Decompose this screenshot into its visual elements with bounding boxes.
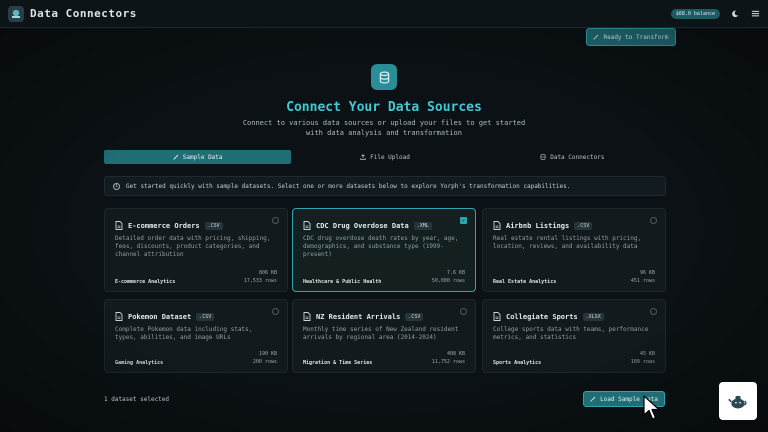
tab-file-upload[interactable]: File Upload bbox=[291, 150, 478, 164]
dataset-title: E-commerce Orders bbox=[128, 221, 200, 230]
dataset-title: Pokemon Dataset bbox=[128, 312, 192, 321]
selected-count: 1 dataset selected bbox=[104, 396, 170, 403]
file-icon bbox=[115, 312, 123, 321]
dataset-description: College sports data with teams, performa… bbox=[493, 326, 649, 341]
dataset-category: Healthcare & Public Health bbox=[303, 279, 382, 285]
dataset-size: 7.6 KB bbox=[446, 270, 465, 276]
file-icon bbox=[303, 312, 311, 321]
dataset-title: Collegiate Sports bbox=[506, 312, 578, 321]
dataset-size: 96 KB bbox=[639, 270, 655, 276]
dataset-size: 45 KB bbox=[639, 351, 655, 357]
dataset-description: Detailed order data with pricing, shippi… bbox=[115, 235, 271, 258]
dataset-title: NZ Resident Arrivals bbox=[316, 312, 401, 321]
file-icon bbox=[493, 312, 501, 321]
dataset-card-nz-resident-arrivals[interactable]: NZ Resident Arrivals .CSV Monthly time s… bbox=[292, 299, 476, 373]
format-badge: .XML bbox=[413, 221, 432, 230]
dataset-size: 806 KB bbox=[258, 270, 277, 276]
info-text: Get started quickly with sample datasets… bbox=[126, 182, 571, 190]
dataset-category: Sports Analytics bbox=[493, 360, 542, 366]
dataset-rows: 17,533 rows bbox=[243, 278, 277, 284]
info-icon: i bbox=[113, 182, 120, 190]
source-tabs: Sample Data File Upload Data Connectors bbox=[104, 150, 666, 164]
dataset-category: Migration & Time Series bbox=[303, 360, 373, 366]
tab-label: File Upload bbox=[370, 153, 410, 161]
dataset-rows: 451 rows bbox=[630, 278, 655, 284]
mouse-cursor-icon bbox=[643, 395, 660, 420]
wand-icon bbox=[173, 154, 179, 160]
ready-to-transform-label: Ready to Transform bbox=[603, 33, 669, 41]
top-bar: Data Connectors $68.0 balance bbox=[0, 0, 768, 28]
tab-sample-data[interactable]: Sample Data bbox=[104, 150, 292, 164]
dataset-size: 408 KB bbox=[446, 351, 465, 357]
dataset-card-collegiate-sports[interactable]: Collegiate Sports .XLSX College sports d… bbox=[482, 299, 666, 373]
hamburger-menu-icon[interactable] bbox=[750, 9, 760, 19]
subtitle-line-1: Connect to various data sources or uploa… bbox=[242, 119, 526, 127]
select-checkbox[interactable] bbox=[272, 217, 279, 224]
dataset-category: Gaming Analytics bbox=[115, 360, 164, 366]
wand-icon bbox=[590, 396, 596, 402]
select-checkbox[interactable] bbox=[650, 308, 657, 315]
format-badge: .CSV bbox=[204, 221, 223, 230]
kettle-mascot-icon bbox=[728, 396, 747, 409]
format-badge: .CSV bbox=[196, 312, 215, 321]
page-subtitle: Connect to various data sources or uploa… bbox=[234, 118, 534, 138]
dataset-size: 190 KB bbox=[258, 351, 277, 357]
format-badge: .CSV bbox=[574, 221, 593, 230]
dataset-description: Complete Pokemon data including stats, t… bbox=[115, 326, 253, 341]
dataset-description: Real estate rental listings with pricing… bbox=[493, 235, 642, 250]
upload-icon bbox=[360, 154, 366, 160]
file-icon bbox=[115, 221, 123, 230]
wand-icon bbox=[593, 34, 600, 40]
app-title: Data Connectors bbox=[30, 7, 137, 20]
database-icon bbox=[540, 154, 546, 160]
dataset-description: Monthly time series of New Zealand resid… bbox=[303, 326, 459, 341]
assistant-widget-button[interactable] bbox=[719, 382, 757, 420]
format-badge: .CSV bbox=[405, 312, 424, 321]
database-icon bbox=[371, 64, 397, 90]
subtitle-line-2: with data analysis and transformation bbox=[306, 129, 462, 137]
theme-toggle-moon-icon[interactable] bbox=[730, 9, 740, 19]
format-badge: .XLSX bbox=[582, 312, 604, 321]
dataset-rows: 200 rows bbox=[252, 359, 277, 365]
dataset-card-ecommerce-orders[interactable]: E-commerce Orders .CSV Detailed order da… bbox=[104, 208, 288, 292]
dataset-card-pokemon-dataset[interactable]: Pokemon Dataset .CSV Complete Pokemon da… bbox=[104, 299, 288, 373]
dataset-rows: 50,000 rows bbox=[431, 278, 465, 284]
file-icon bbox=[303, 221, 311, 230]
app-logo-icon bbox=[8, 5, 24, 22]
select-checkbox[interactable] bbox=[272, 308, 279, 315]
ready-to-transform-button[interactable]: Ready to Transform bbox=[586, 28, 676, 46]
tab-data-connectors[interactable]: Data Connectors bbox=[479, 150, 666, 164]
dataset-category: E-commerce Analytics bbox=[115, 279, 176, 285]
tab-label: Data Connectors bbox=[550, 153, 605, 161]
dataset-card-airbnb-listings[interactable]: Airbnb Listings .CSV Real estate rental … bbox=[482, 208, 666, 292]
select-checkbox-checked[interactable]: ✓ bbox=[460, 217, 467, 224]
tab-label: Sample Data bbox=[182, 153, 223, 161]
info-banner: i Get started quickly with sample datase… bbox=[104, 176, 666, 196]
balance-badge[interactable]: $68.0 balance bbox=[670, 8, 720, 19]
dataset-category: Real Estate Analytics bbox=[493, 279, 557, 285]
select-checkbox[interactable] bbox=[460, 308, 467, 315]
dataset-rows: 11,752 rows bbox=[431, 359, 465, 365]
dataset-title: CDC Drug Overdose Data bbox=[316, 221, 409, 230]
dataset-rows: 109 rows bbox=[630, 359, 655, 365]
dataset-description: CDC drug overdose death rates by year, a… bbox=[303, 235, 459, 258]
dataset-card-cdc-drug-overdose[interactable]: ✓ CDC Drug Overdose Data .XML CDC drug o… bbox=[292, 208, 476, 292]
select-checkbox[interactable] bbox=[650, 217, 657, 224]
file-icon bbox=[493, 221, 501, 230]
dataset-title: Airbnb Listings bbox=[506, 221, 570, 230]
page-title: Connect Your Data Sources bbox=[286, 100, 482, 115]
